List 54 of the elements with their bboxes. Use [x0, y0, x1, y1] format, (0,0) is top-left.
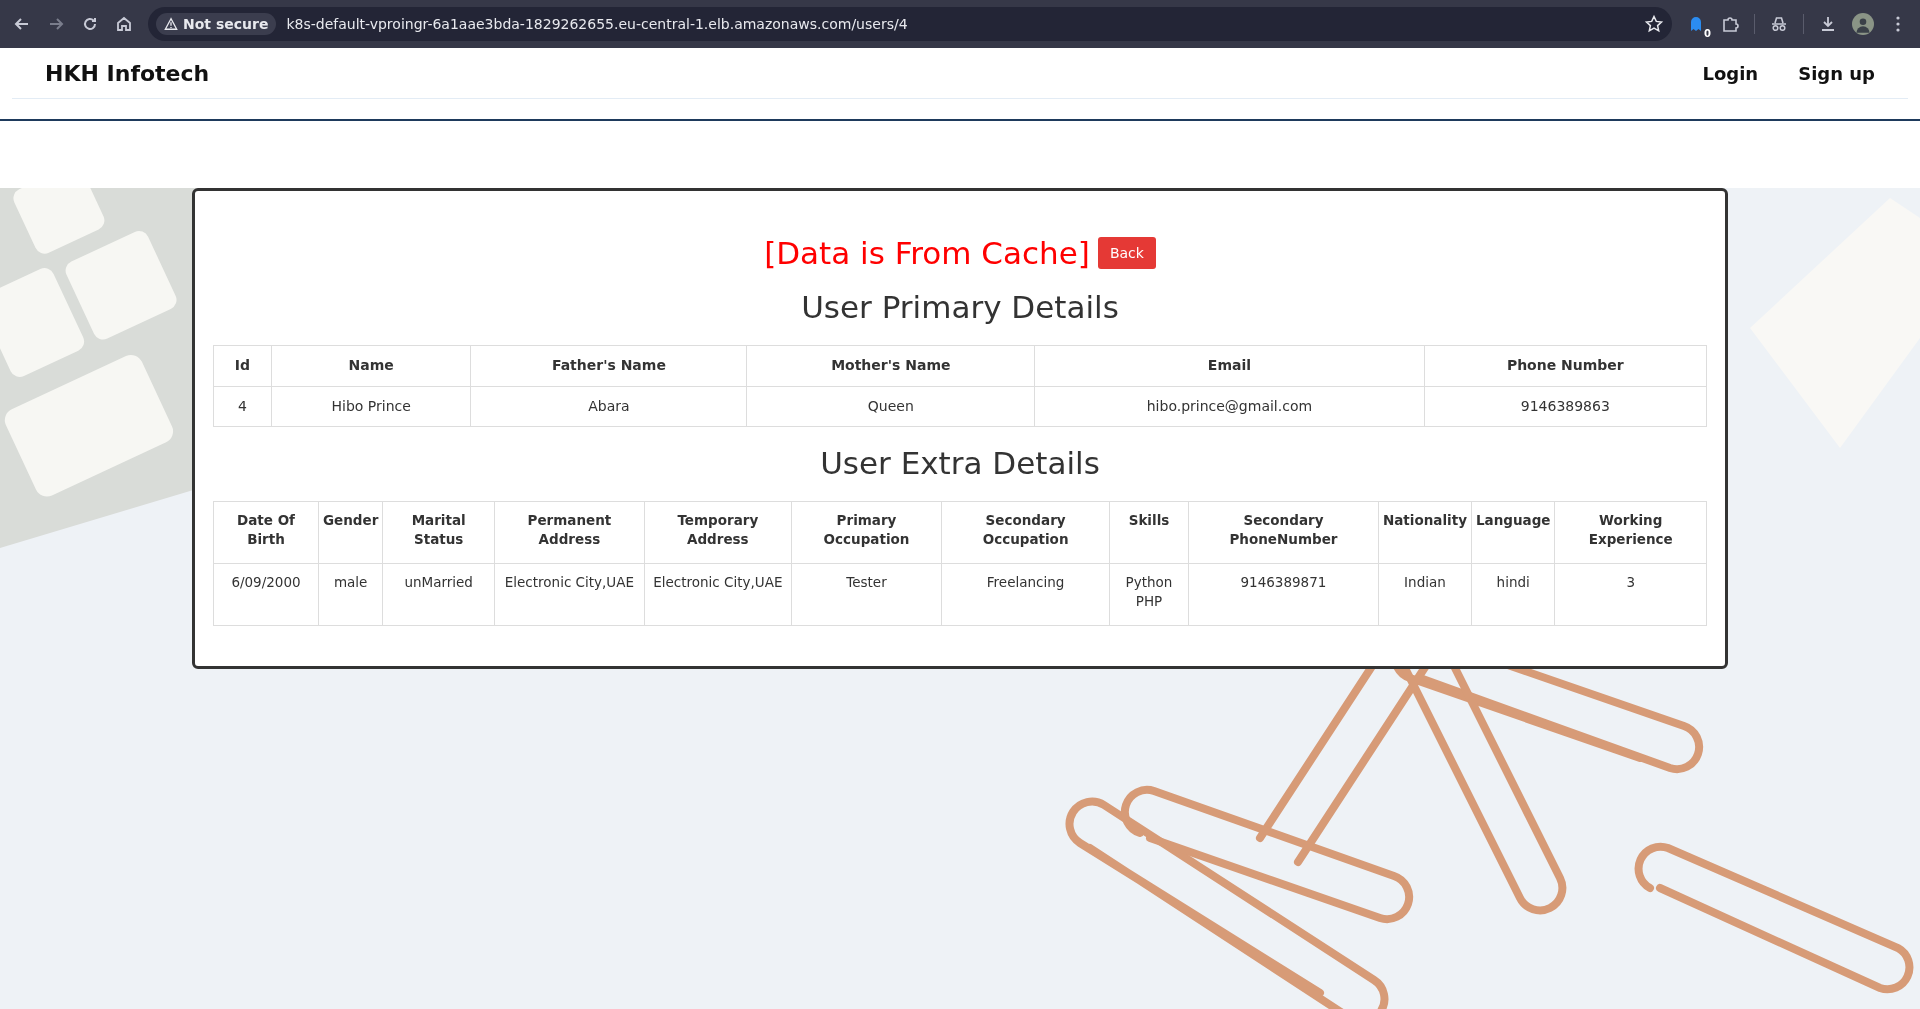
- avatar-icon[interactable]: [1852, 13, 1874, 35]
- column-header: Secondary PhoneNumber: [1188, 501, 1379, 564]
- column-header: Id: [213, 345, 272, 387]
- table-cell: Tester: [791, 563, 942, 626]
- column-header: Date Of Birth: [213, 501, 319, 564]
- brand-link[interactable]: HKH Infotech: [45, 60, 210, 86]
- table-cell: 6/09/2000: [213, 563, 319, 626]
- table-cell: male: [318, 563, 383, 626]
- table-cell: Abara: [470, 386, 747, 427]
- column-header: Primary Occupation: [791, 501, 942, 564]
- table-cell: 3: [1554, 563, 1707, 626]
- column-header: Secondary Occupation: [941, 501, 1110, 564]
- column-header: Mother's Name: [746, 345, 1035, 387]
- warning-icon: [164, 17, 178, 31]
- column-header: Phone Number: [1424, 345, 1707, 387]
- url-text: k8s-default-vproingr-6a1aae3bda-1829262655.eu-central-1.elb.amazonaws.com/users/4: [286, 16, 909, 32]
- puzzle-icon[interactable]: [1720, 14, 1740, 34]
- column-header: Name: [271, 345, 471, 387]
- section-title: User Primary Details: [800, 289, 1120, 325]
- nav-link[interactable]: Sign up: [1798, 62, 1875, 84]
- section-title: User Extra Details: [819, 445, 1101, 482]
- back-button[interactable]: Back: [1097, 237, 1156, 269]
- nav-link[interactable]: Login: [1702, 62, 1759, 84]
- table-cell: 9146389871: [1188, 563, 1379, 626]
- column-header: Marital Status: [382, 501, 495, 564]
- table-cell: 4: [213, 386, 272, 427]
- column-header: Nationality: [1378, 501, 1472, 564]
- star-icon[interactable]: [1644, 14, 1664, 34]
- table-cell: Electronic City,UAE: [494, 563, 645, 626]
- home-icon[interactable]: [114, 14, 134, 34]
- table-cell: hibo.prince@gmail.com: [1034, 386, 1425, 427]
- table-cell: Indian: [1378, 563, 1472, 626]
- security-label: Not secure: [183, 16, 269, 32]
- extension-count: 0: [1704, 28, 1711, 39]
- table-cell: Electronic City,UAE: [644, 563, 792, 626]
- column-header: Email: [1034, 345, 1425, 387]
- table-cell: 9146389863: [1424, 386, 1707, 427]
- address-bar[interactable]: Not secure k8s-default-vproingr-6a1aae3bda-1829262655.eu-central-1.elb.amazonaws.com/users/4: [148, 7, 1672, 41]
- security-chip[interactable]: Not secure: [156, 13, 277, 35]
- table-cell: Queen: [746, 386, 1035, 427]
- table-cell: hindi: [1471, 563, 1555, 626]
- incognito-icon[interactable]: [1769, 14, 1789, 34]
- column-header: Father's Name: [470, 345, 747, 387]
- column-header: Gender: [318, 501, 383, 564]
- table-cell: Freelancing: [941, 563, 1110, 626]
- table-cell: Python PHP: [1109, 563, 1189, 626]
- table-cell: unMarried: [382, 563, 495, 626]
- column-header: Skills: [1109, 501, 1189, 564]
- table-cell: Hibo Prince: [271, 386, 471, 427]
- column-header: Working Experience: [1554, 501, 1707, 564]
- cache-notice: [Data is From Cache]: [764, 235, 1090, 271]
- column-header: Permanent Address: [494, 501, 645, 564]
- column-header: Language: [1471, 501, 1555, 564]
- column-header: Temporary Address: [644, 501, 792, 564]
